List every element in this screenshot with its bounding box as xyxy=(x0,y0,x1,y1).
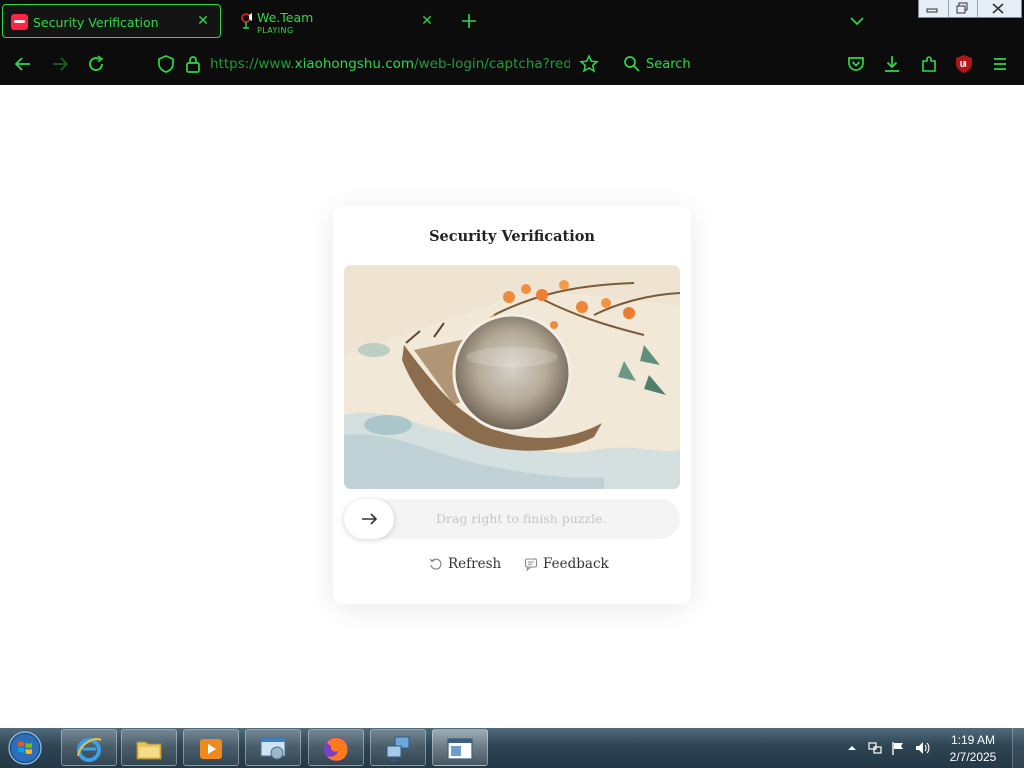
arrow-right-icon xyxy=(362,513,378,525)
clock-date[interactable]: 2/7/2025 xyxy=(940,750,1006,764)
feedback-icon xyxy=(524,558,538,571)
feedback-label: Feedback xyxy=(543,556,609,572)
refresh-icon xyxy=(429,558,442,570)
url-field[interactable]: https://www.xiaohongshu.com/web-login/ca… xyxy=(210,56,570,72)
close-tab-icon[interactable]: ✕ xyxy=(418,12,436,30)
action-center-flag-icon[interactable] xyxy=(890,740,906,756)
internet-explorer-icon xyxy=(77,738,102,762)
media-player-icon xyxy=(200,739,222,759)
back-arrow-icon[interactable] xyxy=(13,54,33,74)
url-host: xiaohongshu.com xyxy=(294,56,415,72)
tracking-shield-icon[interactable] xyxy=(156,54,176,74)
feedback-button[interactable]: Feedback xyxy=(524,556,609,572)
taskbar-internet-explorer[interactable] xyxy=(61,729,117,766)
refresh-label: Refresh xyxy=(448,556,502,572)
minimize-button[interactable] xyxy=(919,0,949,17)
forward-arrow-icon[interactable] xyxy=(50,54,70,74)
ublock-origin-icon[interactable] xyxy=(954,54,974,74)
network-icon[interactable] xyxy=(867,740,883,756)
file-explorer-icon xyxy=(136,741,162,760)
puzzle-image xyxy=(344,265,680,489)
puzzle-artwork xyxy=(344,265,680,489)
captcha-actions: Refresh Feedback xyxy=(333,556,691,576)
search-box-label[interactable]: Search xyxy=(646,57,691,72)
slider-hint-text: Drag right to finish puzzle. xyxy=(436,511,607,526)
windows-taskbar: 1:19 AM 2/7/2025 xyxy=(0,728,1024,768)
taskbar-file-explorer[interactable] xyxy=(121,729,177,766)
chevron-down-icon xyxy=(850,17,864,26)
close-window-button[interactable] xyxy=(978,0,1021,17)
slider-handle[interactable] xyxy=(344,499,394,539)
tab-security-verification[interactable]: Security Verification ✕ xyxy=(2,4,221,38)
search-icon[interactable] xyxy=(622,54,642,74)
taskbar-network-app[interactable] xyxy=(370,729,426,766)
xiaohongshu-logo-icon xyxy=(11,14,28,30)
tab-playing-status: PLAYING xyxy=(257,26,294,35)
taskbar-firefox[interactable] xyxy=(308,729,364,766)
web-page: Security Verification Drag right to fini… xyxy=(0,85,1024,728)
restore-button[interactable] xyxy=(949,0,979,17)
network-computer-icon xyxy=(386,736,410,762)
bookmark-star-icon[interactable] xyxy=(579,54,599,74)
tab-title: We.Team xyxy=(257,10,314,25)
tab-we-team[interactable]: We.Team PLAYING ✕ xyxy=(230,4,444,38)
show-hidden-icons-icon[interactable] xyxy=(844,740,860,756)
minimize-icon xyxy=(926,8,938,13)
url-prefix: https://www. xyxy=(210,56,295,72)
firefox-icon xyxy=(324,737,348,761)
list-all-tabs-button[interactable] xyxy=(846,11,868,31)
audio-playing-icon[interactable] xyxy=(237,12,255,30)
extensions-puzzle-icon[interactable] xyxy=(919,54,939,74)
url-path: /web-login/captcha?redirectP xyxy=(414,56,570,72)
tab-title: Security Verification xyxy=(33,15,159,30)
close-icon xyxy=(992,3,1004,14)
new-tab-button[interactable] xyxy=(458,10,480,32)
start-button[interactable] xyxy=(5,729,45,767)
captcha-title: Security Verification xyxy=(429,228,595,245)
hamburger-menu-icon[interactable] xyxy=(990,54,1010,74)
window-app-icon xyxy=(447,738,473,760)
download-icon[interactable] xyxy=(882,54,902,74)
window-caption-buttons xyxy=(918,0,1022,18)
plus-icon xyxy=(462,14,476,28)
control-panel-icon xyxy=(260,737,286,760)
clock-time[interactable]: 1:19 AM xyxy=(940,733,1006,747)
taskbar-control-panel[interactable] xyxy=(245,729,301,766)
restore-icon xyxy=(956,2,968,14)
taskbar-active-window[interactable] xyxy=(432,729,488,766)
browser-nav-bar: https://www.xiaohongshu.com/web-login/ca… xyxy=(0,43,1024,85)
slider-track[interactable]: Drag right to finish puzzle. xyxy=(344,499,680,539)
browser-tab-bar: Security Verification ✕ We.Team PLAYING … xyxy=(0,0,1024,43)
volume-icon[interactable] xyxy=(914,740,930,756)
pocket-icon[interactable] xyxy=(846,54,866,74)
lock-icon[interactable] xyxy=(183,54,203,74)
show-desktop-button[interactable] xyxy=(1012,728,1024,768)
captcha-dialog: Security Verification Drag right to fini… xyxy=(333,206,691,604)
refresh-button[interactable]: Refresh xyxy=(429,556,501,572)
taskbar-media-player[interactable] xyxy=(183,729,239,766)
reload-icon[interactable] xyxy=(86,54,106,74)
close-tab-icon[interactable]: ✕ xyxy=(194,12,212,30)
